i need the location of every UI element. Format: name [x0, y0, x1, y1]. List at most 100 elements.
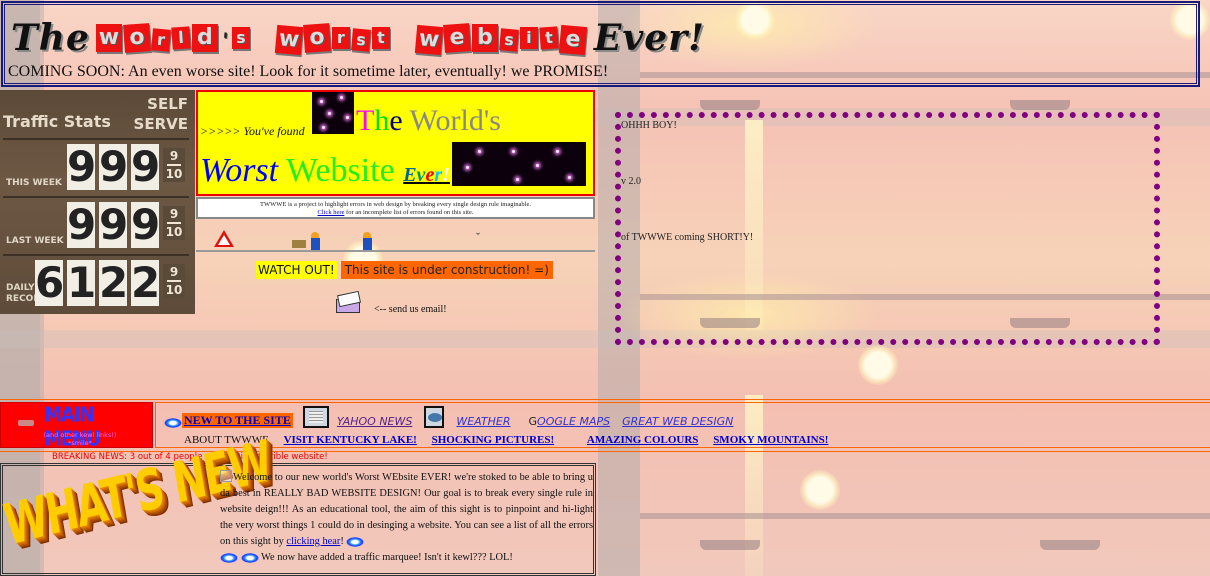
- whats-new-paragraph: We now have added a traffic marquee! Isn…: [258, 552, 513, 563]
- nav-great-web-design[interactable]: GREAT WEB DESIGN: [622, 415, 733, 428]
- weather-icon[interactable]: [424, 406, 445, 428]
- youve-found-text: >>>>> You've found: [200, 124, 305, 138]
- clicking-hear-link[interactable]: clicking hear: [286, 536, 340, 547]
- digit: 9: [131, 200, 161, 249]
- digit: 9: [131, 142, 161, 191]
- sparkle-stars-icon: [452, 142, 586, 186]
- watch-out-label: WATCH OUT!: [256, 261, 337, 279]
- gm-rest[interactable]: OOGLE MAPS: [537, 415, 610, 428]
- nav-smoky-mountains[interactable]: SMOKY MOUNTAINS!: [713, 434, 828, 446]
- sparkle-stars-icon: [312, 92, 354, 134]
- ransom-letter: t: [371, 27, 390, 49]
- self-serve-line2: SERVE: [133, 115, 188, 133]
- self-serve-label: SELF SERVE: [134, 94, 188, 134]
- announcement-line: v 2.0: [621, 176, 641, 187]
- envelope-icon[interactable]: [336, 299, 360, 313]
- fraction-num: 9: [169, 149, 179, 163]
- ransom-letter: o: [302, 23, 331, 53]
- ransom-letter: t: [539, 26, 559, 50]
- digit: 2: [131, 258, 161, 307]
- under-construction-notice: WATCH OUT! This site is under constructio…: [256, 261, 553, 279]
- fraction: 9 10: [163, 206, 185, 240]
- errors-list-link[interactable]: Click here: [318, 209, 345, 216]
- fraction-den: 10: [165, 283, 183, 297]
- nav-kentucky-lake[interactable]: VISIT KENTUCKY LAKE!: [284, 434, 417, 446]
- ransom-letter: s: [231, 27, 250, 49]
- digit: 9: [67, 200, 97, 249]
- word-worlds: World's: [409, 104, 501, 137]
- construction-strip: ˇ: [196, 226, 595, 252]
- digit-group: 9 9 9: [67, 142, 161, 191]
- under-construction-label: This site is under construction! =): [340, 261, 553, 279]
- ransom-letter: w: [95, 24, 122, 52]
- ransom-letter: b: [471, 24, 498, 52]
- fraction-bar: [167, 164, 181, 166]
- fraction-num: 9: [169, 265, 179, 279]
- fraction-bar: [167, 222, 181, 224]
- ransom-letter: l: [171, 26, 191, 50]
- digit-group: 9 9 9: [67, 200, 161, 249]
- fraction-bar: [167, 280, 181, 282]
- ransom-letter: e: [558, 24, 588, 56]
- coming-soon-text: COMING SOON: An even worse site! Look fo…: [8, 63, 609, 80]
- info-line: Click here for an incomplete list of err…: [198, 209, 593, 217]
- digit: 9: [99, 200, 129, 249]
- digit: 9: [99, 142, 129, 191]
- title-ever: Ever!: [593, 17, 705, 59]
- word-worst: Worst: [200, 152, 279, 189]
- letter: T: [356, 104, 375, 137]
- new-burst-icon: [240, 552, 259, 563]
- title-ransom-letters: w o r l d ' s w o r s t w e b s i t e: [95, 22, 588, 56]
- letter: r: [434, 164, 443, 186]
- newspaper-icon[interactable]: [302, 406, 329, 428]
- road-work-sign-icon: [214, 230, 234, 247]
- nav-shocking-pictures[interactable]: SHOCKING PICTURES!: [432, 434, 555, 446]
- traffic-stats-counter: SELF SERVE Traffic Stats THIS WEEK 9 9 9…: [0, 90, 195, 314]
- banner-worst-website: Worst Website Ever!: [200, 152, 450, 190]
- fraction-num: 9: [169, 207, 179, 221]
- nav-google-maps[interactable]: GOOGLE MAPS: [529, 415, 611, 428]
- fraction: 9 10: [163, 264, 185, 298]
- letter: e: [425, 164, 435, 186]
- construction-worker-icon: [308, 232, 322, 250]
- gm-first-letter: G: [528, 415, 538, 428]
- nav-yahoo-news[interactable]: YAHOO NEWS: [337, 415, 413, 428]
- whats-new-section: WHAT'S NEW Welcome to our new world's Wo…: [0, 429, 596, 576]
- ransom-letter: o: [122, 23, 151, 53]
- letter: h: [374, 104, 390, 137]
- nav-new-to-site[interactable]: NEW TO THE SITE: [182, 413, 293, 428]
- announcement-line: OHHH BOY!: [621, 120, 677, 131]
- main-menu-button[interactable]: MAIN MENU (and other kewl links!) *smile…: [0, 402, 153, 451]
- letter: E: [403, 164, 417, 186]
- new-burst-icon: [346, 536, 365, 547]
- digit-group: 6 1. 2 2: [35, 258, 161, 307]
- nav-row-2: ABOUT TWWWE VISIT KENTUCKY LAKE! SHOCKIN…: [184, 434, 828, 446]
- subtitle-line: (and other kewl links!): [43, 431, 117, 439]
- ransom-letter: s: [350, 28, 371, 52]
- ransom-letter: e: [442, 23, 471, 53]
- ransom-gap: [391, 23, 415, 52]
- digit: 9: [67, 142, 97, 191]
- bird-icon: ˇ: [476, 230, 480, 244]
- site-header: The w o r l d ' s w o r s t w e b s i t …: [1, 1, 1200, 87]
- nav-links-box: NEW TO THE SITE YAHOO NEWS WEATHER GOOGL…: [155, 402, 1210, 448]
- title-the: The: [11, 17, 90, 59]
- info-text: for an incomplete list of errors found o…: [344, 209, 474, 216]
- new-burst-icon: [164, 418, 182, 428]
- nav-row-1: NEW TO THE SITE YAHOO NEWS WEATHER GOOGL…: [164, 406, 733, 428]
- fraction-den: 10: [165, 225, 183, 239]
- subtitle-line: *smile*: [68, 439, 92, 447]
- site-title-logo: The w o r l d ' s w o r s t w e b s i t …: [11, 13, 705, 63]
- fraction: 9 10: [163, 148, 185, 182]
- word-website: Website: [286, 152, 395, 189]
- banner-the-worlds: The World's: [356, 104, 501, 138]
- ransom-gap: [251, 23, 275, 52]
- nav-weather[interactable]: WEATHER: [456, 415, 510, 428]
- fraction-den: 10: [165, 167, 183, 181]
- nav-amazing-colours[interactable]: AMAZING COLOURS: [587, 434, 699, 446]
- new-burst-icon: [220, 552, 238, 563]
- divider: [0, 399, 1210, 400]
- word-ever: Ever!: [403, 164, 450, 186]
- broken-image-icon: [220, 470, 232, 482]
- main-menu-subtitle: (and other kewl links!) *smile*: [37, 431, 123, 447]
